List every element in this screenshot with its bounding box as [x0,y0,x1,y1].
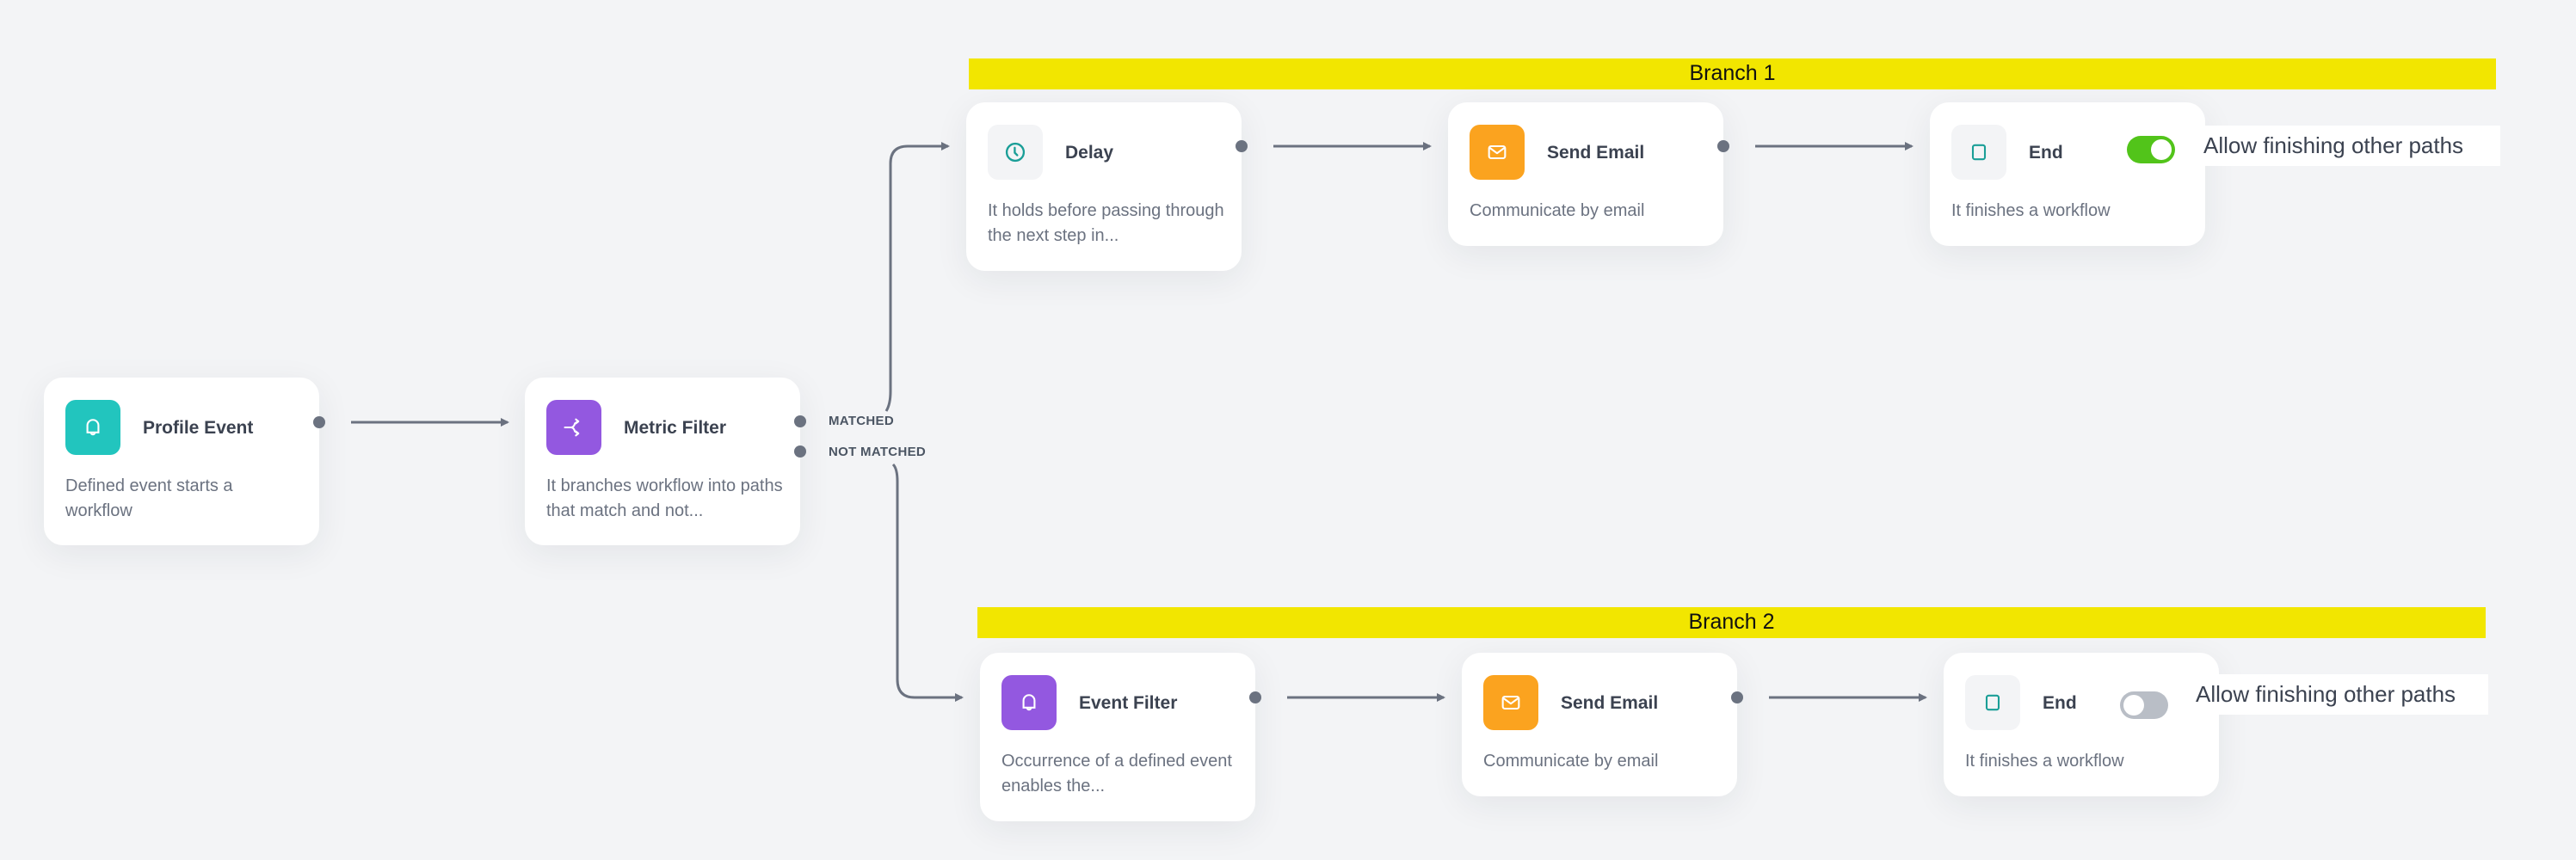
node-title: Profile Event [143,418,254,438]
branch-1-header: Branch 1 [969,58,2496,89]
split-arrows-icon [564,418,580,437]
allow-finishing-label: Allow finishing other paths [2203,132,2464,158]
output-port[interactable] [1236,140,1248,152]
end-icon-box [1951,125,2006,180]
node-title: Event Filter [1079,693,1178,713]
envelope-icon [1488,144,1507,160]
output-port[interactable] [313,416,325,428]
edge-matched-to-delay [884,142,950,412]
node-profile-event[interactable]: Profile Event Defined event starts a wor… [44,378,319,545]
event-filter-icon-box [1001,675,1057,730]
metric-filter-icon-box [546,400,601,455]
node-send-email-2[interactable]: Send Email Communicate by email [1462,653,1737,796]
node-event-filter[interactable]: Event Filter Occurrence of a defined eve… [980,653,1255,821]
bell-icon [1022,694,1036,711]
node-description: Communicate by email [1483,752,1659,771]
not-matched-label: NOT MATCHED [829,445,927,459]
node-title: Send Email [1561,693,1659,713]
toggle-label-box: Allow finishing other paths [2203,126,2500,166]
allow-finishing-toggle-on[interactable] [2127,136,2175,163]
node-title: Delay [1065,143,1114,163]
node-delay[interactable]: Delay It holds before passing through th… [966,102,1242,271]
node-end-1[interactable]: End It finishes a workflow [1930,102,2205,246]
node-title: End [2029,143,2063,163]
node-send-email-1[interactable]: Send Email Communicate by email [1448,102,1723,246]
toggle-knob [2123,695,2144,716]
node-end-2[interactable]: End It finishes a workflow [1944,653,2219,796]
node-description: It holds before passing through the next… [988,201,1224,245]
output-port[interactable] [1731,691,1743,703]
node-description: Communicate by email [1470,201,1645,220]
node-title: Send Email [1547,143,1645,163]
node-description: It finishes a workflow [1951,201,2111,220]
profile-event-icon-box [65,400,120,455]
branch-2-header: Branch 2 [977,607,2486,638]
square-icon [1985,694,2000,711]
square-icon [1971,144,1987,161]
node-description: It finishes a workflow [1965,752,2124,771]
envelope-icon [1501,695,1520,710]
send-email-icon-box [1470,125,1525,180]
node-title: Metric Filter [624,418,727,438]
node-description: Defined event starts a workflow [65,476,233,520]
node-description: Occurrence of a defined event enables th… [1001,752,1232,796]
allow-finishing-toggle-off[interactable] [2120,691,2168,719]
allow-finishing-label: Allow finishing other paths [2196,681,2456,707]
output-port[interactable] [1717,140,1729,152]
toggle-label-box: Allow finishing other paths [2196,674,2488,715]
node-metric-filter[interactable]: Metric Filter It branches workflow into … [525,378,800,545]
matched-label: MATCHED [829,414,894,428]
node-description: It branches workflow into paths that mat… [546,476,783,520]
node-title: End [2043,693,2077,713]
edge-notmatched-to-eventfilter [891,463,964,702]
end-icon-box [1965,675,2020,730]
toggle-knob [2151,139,2172,160]
matched-port[interactable] [794,415,806,427]
delay-icon-box [988,125,1043,180]
clock-icon [1005,142,1026,163]
output-port[interactable] [1249,691,1261,703]
send-email-icon-box [1483,675,1538,730]
not-matched-port[interactable] [794,445,806,458]
bell-icon [86,419,100,436]
